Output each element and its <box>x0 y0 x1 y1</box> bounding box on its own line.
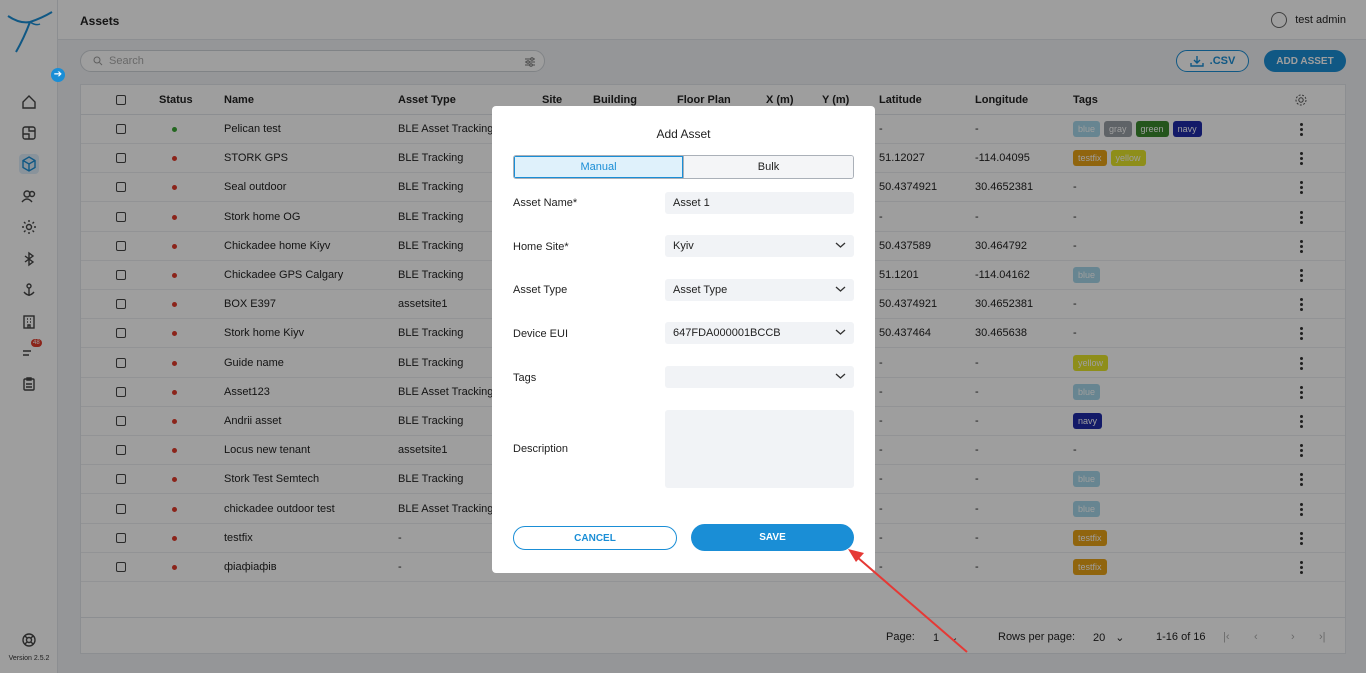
device-eui-select[interactable]: 647FDA000001BCCB <box>665 322 854 344</box>
chevron-down-icon <box>835 373 846 379</box>
tab-manual[interactable]: Manual <box>514 156 684 178</box>
chevron-down-icon <box>835 286 846 292</box>
home-site-value: Kyiv <box>673 240 694 252</box>
device-eui-label: Device EUI <box>513 328 569 340</box>
tab-bulk[interactable]: Bulk <box>684 156 853 178</box>
asset-name-value: Asset 1 <box>673 197 710 209</box>
add-asset-dialog: Add Asset Manual Bulk Asset Name* Asset … <box>492 106 875 573</box>
description-textarea[interactable] <box>665 410 854 488</box>
save-button[interactable]: SAVE <box>691 524 854 551</box>
tags-label: Tags <box>513 372 537 384</box>
device-eui-value: 647FDA000001BCCB <box>673 327 781 339</box>
asset-type-select[interactable]: Asset Type <box>665 279 854 301</box>
asset-name-input[interactable]: Asset 1 <box>665 192 854 214</box>
description-label: Description <box>513 443 569 455</box>
asset-type-label: Asset Type <box>513 284 568 296</box>
cancel-button[interactable]: CANCEL <box>513 526 677 550</box>
asset-name-label: Asset Name* <box>513 197 578 209</box>
chevron-down-icon <box>835 242 846 248</box>
chevron-down-icon <box>835 329 846 335</box>
tags-select[interactable] <box>665 366 854 388</box>
dialog-title: Add Asset <box>656 127 711 141</box>
sidebar-expand-button[interactable]: ➔ <box>51 68 65 82</box>
asset-type-value: Asset Type <box>673 284 728 296</box>
mode-toggle: Manual Bulk <box>513 155 854 179</box>
home-site-label: Home Site* <box>513 241 569 253</box>
home-site-select[interactable]: Kyiv <box>665 235 854 257</box>
